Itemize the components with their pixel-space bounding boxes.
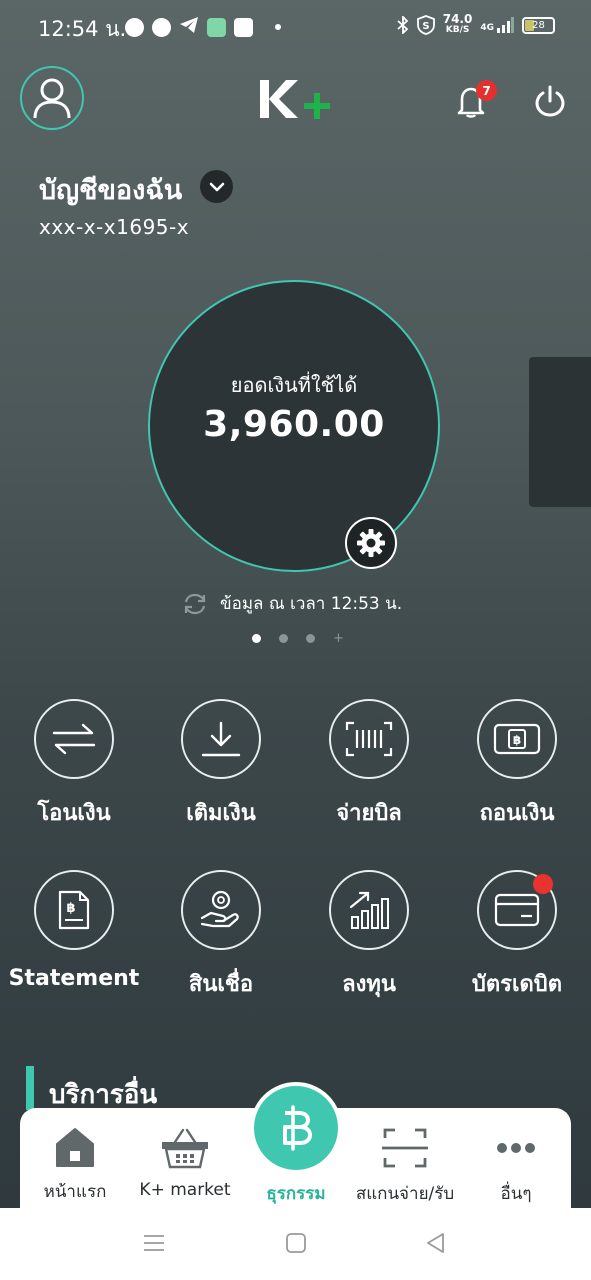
system-navigation-bar <box>0 1208 591 1280</box>
signal-label: 4G <box>480 23 494 33</box>
home-button-icon[interactable] <box>285 1232 307 1254</box>
barcode-icon <box>345 721 393 757</box>
svg-text:฿: ฿ <box>513 733 521 747</box>
action-label: จ่ายบิล <box>336 801 402 826</box>
balance-label: ยอดเงินที่ใช้ได้ <box>230 373 358 397</box>
svg-text:฿: ฿ <box>66 901 75 916</box>
menu-icon[interactable] <box>143 1232 165 1254</box>
notification-icons <box>125 16 281 38</box>
net-speed-unit: KB/S <box>445 25 470 35</box>
action-top-up[interactable]: เติมเงิน <box>151 699 291 830</box>
action-label: โอนเงิน <box>37 801 111 826</box>
gallery-icon <box>234 17 253 37</box>
page-dot <box>279 634 288 643</box>
action-label: เติมเงิน <box>186 801 256 826</box>
withdraw-icon: ฿ <box>493 723 541 755</box>
action-loan[interactable]: สินเชื่อ <box>151 870 291 1001</box>
status-right: S 74.0 KB/S 4G 28 <box>397 12 555 36</box>
power-icon[interactable] <box>533 84 567 118</box>
more-icon <box>497 1143 535 1153</box>
gear-icon <box>357 529 385 557</box>
home-icon <box>56 1128 94 1167</box>
balance-value: 3,960.00 <box>203 404 385 445</box>
nav-label-active: ธุรกรรม <box>266 1184 326 1204</box>
chevron-down-icon <box>209 182 224 191</box>
nav-label: K+ market <box>139 1180 231 1200</box>
basket-icon <box>162 1128 208 1169</box>
new-badge-dot <box>533 874 553 894</box>
action-label: สินเชื่อ <box>188 972 254 997</box>
nav-more[interactable]: อื่นๆ <box>461 1126 571 1207</box>
invest-icon <box>349 891 389 929</box>
user-icon <box>33 78 71 119</box>
transfer-icon <box>52 723 96 755</box>
more-notifications-dot <box>275 24 281 30</box>
nav-scan[interactable]: สแกนจ่าย/รับ <box>350 1126 460 1207</box>
section-accent-bar <box>26 1066 34 1110</box>
action-withdraw[interactable]: ฿ ถอนเงิน <box>447 699 587 830</box>
balance-settings-button[interactable] <box>345 517 397 569</box>
debit-card-icon <box>494 893 540 927</box>
bluetooth-icon <box>397 16 409 34</box>
battery-icon: 28 <box>522 16 555 34</box>
scan-icon <box>382 1128 428 1168</box>
action-invest[interactable]: ลงทุน <box>299 870 439 1001</box>
nav-label: อื่นๆ <box>500 1184 532 1204</box>
balance-update-row[interactable]: ข้อมูล ณ เวลา 12:53 น. <box>182 590 402 617</box>
signal-icon: 4G <box>480 17 514 33</box>
action-label: บัตรเดบิต <box>471 972 563 997</box>
page-dot-active <box>252 634 261 643</box>
network-speed: 74.0 KB/S <box>442 12 473 36</box>
action-label: Statement <box>8 966 140 991</box>
profile-avatar[interactable] <box>20 66 84 130</box>
balance-updated-text: ข้อมูล ณ เวลา 12:53 น. <box>220 594 403 614</box>
bottom-navigation: หน้าแรก K+ market ธุรกรรม สแกนจ่าย/รับ อ… <box>20 1082 571 1208</box>
status-bar: 12:54 น. S 74.0 KB/S 4G 28 <box>0 0 591 52</box>
action-label: ลงทุน <box>342 972 396 997</box>
page-dot <box>306 634 315 643</box>
top-up-icon <box>201 721 241 757</box>
battery-level: 28 <box>532 19 545 31</box>
nav-transactions[interactable] <box>250 1082 342 1174</box>
action-label: ถอนเงิน <box>479 801 555 826</box>
app-screen: 12:54 น. S 74.0 KB/S 4G 28 7 บัญชีของฉัน… <box>0 0 591 1208</box>
refresh-icon <box>184 593 206 614</box>
baht-icon <box>283 1105 312 1151</box>
account-dropdown-button[interactable] <box>200 170 233 203</box>
line-icon <box>125 17 144 37</box>
page-indicator: + <box>252 631 344 646</box>
telegram-icon <box>179 16 199 38</box>
status-time: 12:54 น. <box>38 17 127 41</box>
shield-s-icon: S <box>416 15 435 35</box>
statement-icon: ฿ <box>58 890 90 930</box>
back-icon[interactable] <box>425 1232 447 1254</box>
nav-home[interactable]: หน้าแรก <box>20 1126 130 1205</box>
net-speed-value: 74.0 <box>442 12 473 26</box>
side-panel-tab[interactable] <box>529 357 591 507</box>
kplus-logo <box>260 80 330 119</box>
balance-circle[interactable]: ยอดเงินที่ใช้ได้ 3,960.00 <box>148 280 440 572</box>
nav-k-market[interactable]: K+ market <box>130 1126 240 1200</box>
app-icon <box>207 17 226 37</box>
svg-text:S: S <box>422 21 429 32</box>
nav-label: หน้าแรก <box>43 1182 107 1202</box>
messenger-icon <box>152 17 171 37</box>
action-pay-bill[interactable]: จ่ายบิล <box>299 699 439 830</box>
action-statement[interactable]: ฿ Statement <box>4 870 144 991</box>
action-debit-card[interactable]: บัตรเดบิต <box>447 870 587 1001</box>
notification-badge: 7 <box>476 80 497 101</box>
account-number: xxx-x-x1695-x <box>39 215 190 239</box>
loan-icon <box>200 890 239 928</box>
page-add-indicator: + <box>333 631 344 646</box>
account-name[interactable]: บัญชีของฉัน <box>39 168 182 211</box>
nav-label: สแกนจ่าย/รับ <box>355 1184 455 1204</box>
action-transfer[interactable]: โอนเงิน <box>4 699 144 830</box>
